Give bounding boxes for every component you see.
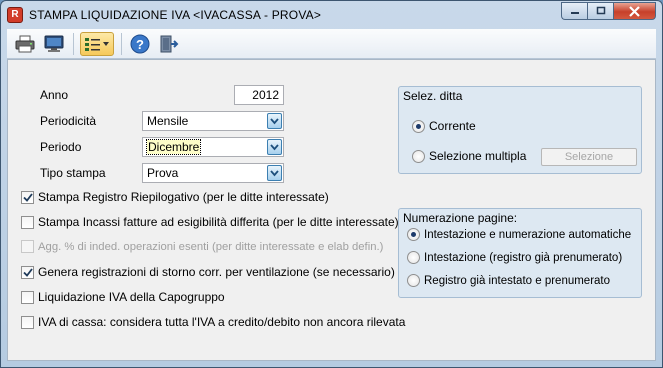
- radio-label: Intestazione e numerazione automatiche: [424, 228, 632, 241]
- minimize-icon: [570, 12, 579, 14]
- list-options-icon: [85, 37, 109, 51]
- periodicita-label: Periodicità: [40, 114, 97, 128]
- radio-intestazione-automatica[interactable]: Intestazione e numerazione automatiche: [407, 228, 631, 241]
- checkbox-box[interactable]: [21, 315, 34, 329]
- radio-intestazione-prenumerato[interactable]: Intestazione (registro già prenumerato): [407, 251, 622, 264]
- periodicita-value: Mensile: [147, 114, 189, 128]
- numerazione-pagine-group: Numerazione pagine: Intestazione e numer…: [398, 208, 642, 298]
- periodo-select[interactable]: Dicembre: [142, 137, 284, 157]
- printer-icon: [15, 35, 35, 52]
- anno-input[interactable]: 2012: [234, 85, 284, 105]
- monitor-icon: [44, 35, 64, 52]
- form-panel: Anno 2012 Periodicità Mensile Periodo Di…: [7, 59, 656, 361]
- help-button[interactable]: ?: [128, 32, 152, 56]
- preview-button[interactable]: [42, 32, 66, 56]
- maximize-button[interactable]: [587, 2, 613, 20]
- checkbox-box[interactable]: [21, 265, 34, 279]
- chevron-down-icon: [270, 143, 279, 150]
- radio-dot[interactable]: [407, 274, 420, 287]
- anno-label: Anno: [40, 88, 69, 102]
- tipo-stampa-label: Tipo stampa: [40, 166, 106, 180]
- selezione-button: Selezione: [541, 148, 637, 166]
- checkbox-box[interactable]: [21, 290, 34, 304]
- window-title: STAMPA LIQUIDAZIONE IVA <IVACASSA - PROV…: [29, 8, 322, 22]
- radio-registro-intestato[interactable]: Registro già intestato e prenumerato: [407, 274, 610, 287]
- checkbox-box[interactable]: [21, 215, 34, 229]
- selez-ditta-group: Selez. ditta Corrente Selezione multipla…: [398, 86, 642, 174]
- radio-dot[interactable]: [407, 228, 420, 241]
- window-controls: [561, 2, 656, 20]
- tipo-stampa-select[interactable]: Prova: [142, 163, 284, 183]
- close-button[interactable]: [613, 2, 656, 20]
- periodo-label: Periodo: [40, 140, 82, 154]
- checkmark-icon: [22, 267, 33, 277]
- close-icon: [629, 5, 640, 17]
- print-button[interactable]: [13, 32, 37, 56]
- group-title: Numerazione pagine:: [403, 211, 518, 225]
- options-button[interactable]: [80, 31, 114, 56]
- checkbox-label: Genera registrazioni di storno corr. per…: [38, 265, 395, 279]
- chevron-down-icon: [270, 169, 279, 176]
- chevron-down-icon: [270, 117, 279, 124]
- toolbar: ?: [7, 29, 656, 59]
- periodo-value: Dicembre: [145, 139, 202, 155]
- radio-label: Registro già intestato e prenumerato: [424, 274, 611, 287]
- checkbox-label: IVA di cassa: considera tutta l'IVA a cr…: [38, 315, 406, 329]
- radio-corrente[interactable]: Corrente: [412, 119, 476, 133]
- checkbox-iva-cassa[interactable]: IVA di cassa: considera tutta l'IVA a cr…: [21, 315, 405, 329]
- checkbox-stampa-registro[interactable]: Stampa Registro Riepilogativo (per le di…: [21, 190, 329, 204]
- exit-door-icon: [160, 35, 179, 52]
- checkbox-label: Stampa Incassi fatture ad esigibilità di…: [38, 215, 399, 229]
- dropdown-arrow[interactable]: [267, 139, 282, 155]
- checkmark-icon: [22, 192, 33, 202]
- radio-selezione-multipla[interactable]: Selezione multipla: [412, 149, 526, 163]
- help-icon: ?: [130, 34, 150, 53]
- maximize-icon: [596, 6, 605, 15]
- exit-button[interactable]: [157, 32, 181, 56]
- checkbox-liquidazione-capogruppo[interactable]: Liquidazione IVA della Capogruppo: [21, 290, 225, 304]
- checkbox-agg-inded: Agg. % di inded. operazioni esenti (per …: [21, 240, 383, 253]
- checkbox-label: Liquidazione IVA della Capogruppo: [38, 290, 225, 304]
- radio-dot[interactable]: [407, 251, 420, 264]
- radio-dot[interactable]: [412, 119, 425, 133]
- checkbox-genera-storno[interactable]: Genera registrazioni di storno corr. per…: [21, 265, 395, 279]
- checkbox-box: [21, 240, 34, 253]
- radio-label: Selezione multipla: [429, 149, 527, 163]
- periodicita-select[interactable]: Mensile: [142, 111, 284, 131]
- svg-text:?: ?: [136, 37, 144, 52]
- group-title: Selez. ditta: [403, 89, 463, 103]
- toolbar-separator: [121, 32, 122, 55]
- radio-label: Intestazione (registro già prenumerato): [424, 251, 623, 264]
- checkbox-label: Stampa Registro Riepilogativo (per le di…: [38, 190, 329, 204]
- checkbox-label: Agg. % di inded. operazioni esenti (per …: [38, 240, 384, 253]
- checkbox-box[interactable]: [21, 190, 34, 204]
- toolbar-separator: [73, 32, 74, 55]
- dropdown-arrow[interactable]: [267, 165, 282, 181]
- app-icon[interactable]: R: [7, 7, 23, 23]
- radio-dot[interactable]: [412, 149, 425, 163]
- radio-label: Corrente: [429, 119, 476, 133]
- main-window: R STAMPA LIQUIDAZIONE IVA <IVACASSA - PR…: [0, 0, 663, 368]
- dropdown-arrow[interactable]: [267, 113, 282, 129]
- minimize-button[interactable]: [561, 2, 587, 20]
- tipo-stampa-value: Prova: [147, 166, 179, 180]
- checkbox-stampa-incassi[interactable]: Stampa Incassi fatture ad esigibilità di…: [21, 215, 399, 229]
- title-bar[interactable]: R STAMPA LIQUIDAZIONE IVA <IVACASSA - PR…: [1, 1, 662, 29]
